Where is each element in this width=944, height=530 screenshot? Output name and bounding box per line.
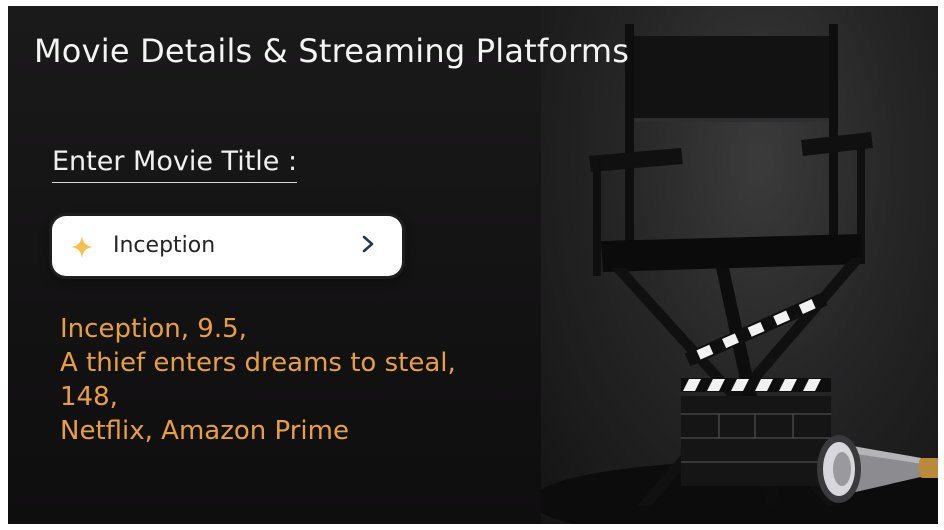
movie-title-input[interactable]: Inception <box>52 216 402 276</box>
submit-button[interactable] <box>350 228 386 264</box>
movie-result: Inception, 9.5, A thief enters dreams to… <box>60 312 530 448</box>
result-line: 148, <box>60 382 118 412</box>
directors-chair-photo <box>541 6 938 524</box>
sparkle-icon <box>70 235 94 259</box>
result-line: A thief enters dreams to steal, <box>60 348 456 378</box>
app-frame: Movie Details & Streaming Platforms Ente… <box>8 6 938 524</box>
result-line: Inception, 9.5, <box>60 314 247 344</box>
movie-title-label: Enter Movie Title : <box>52 146 298 183</box>
page-title: Movie Details & Streaming Platforms <box>34 32 630 70</box>
chevron-right-icon <box>360 234 376 258</box>
movie-title-value[interactable]: Inception <box>113 233 215 258</box>
result-line: Netflix, Amazon Prime <box>60 416 349 446</box>
